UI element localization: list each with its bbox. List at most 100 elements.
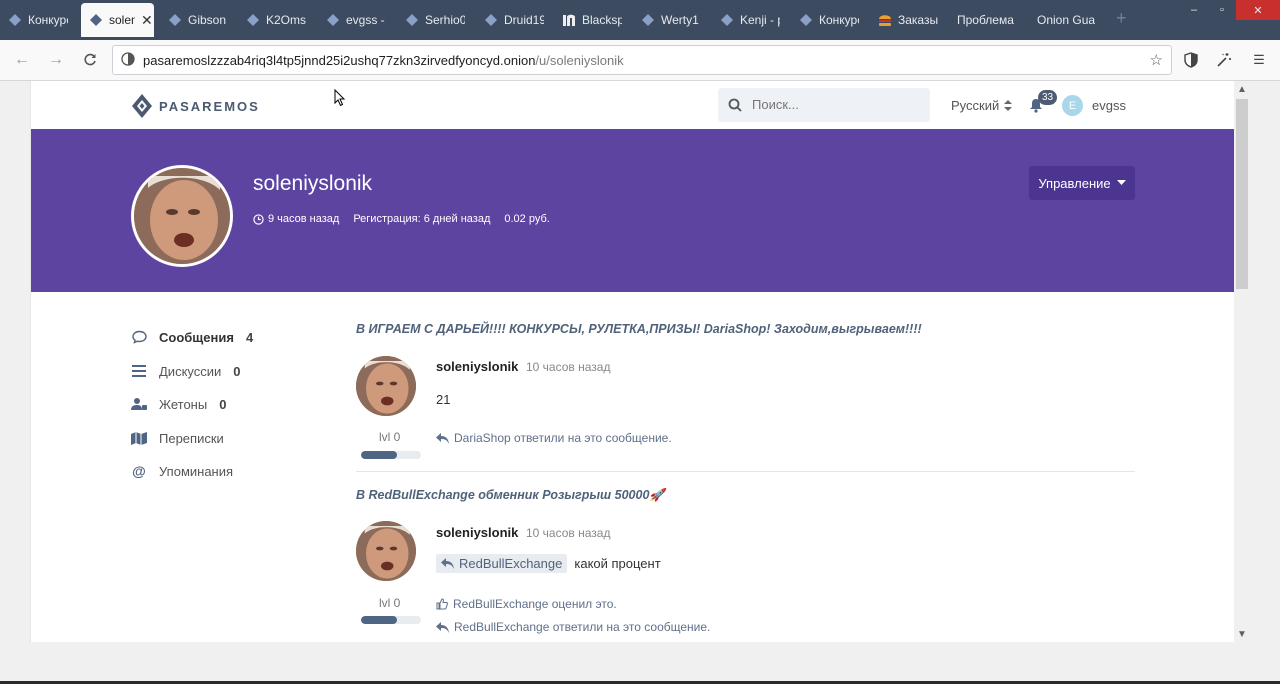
browser-tab[interactable]: evgss - (326, 3, 386, 37)
maximize-icon[interactable]: ▫ (1208, 0, 1236, 20)
comment-icon (131, 329, 147, 345)
scroll-thumb[interactable] (1236, 99, 1248, 289)
browser-tab[interactable]: Werty1 (641, 3, 701, 37)
pasaremos-logo-icon (132, 94, 152, 118)
manage-dropdown-button[interactable]: Управление (1029, 166, 1135, 200)
user-badge-icon (131, 396, 147, 412)
browser-tab[interactable]: K2Oms (246, 3, 306, 37)
pasaremos-diamond-icon (8, 13, 22, 27)
browser-tab[interactable]: Serhio0 (405, 3, 465, 37)
magic-wand-icon[interactable] (1215, 51, 1233, 69)
level-progress-fill (361, 451, 397, 459)
note-text: RedBullExchange оценил это. (453, 597, 617, 611)
tab-title: Kenji - p (740, 13, 780, 27)
manage-label: Управление (1038, 175, 1111, 191)
scroll-up-icon[interactable]: ▲ (1234, 81, 1250, 97)
browser-tab[interactable]: Kenji - p (720, 3, 780, 37)
address-bar[interactable]: pasaremoslzzzab4riq3l4tp5jnnd25i2ushq77z… (112, 45, 1172, 75)
user-avatar[interactable]: E (1062, 95, 1083, 116)
browser-tab[interactable]: Заказы (878, 3, 938, 37)
sidebar-item-discussions[interactable]: Дискуссии 0 (131, 363, 241, 379)
sidebar-item-label: Упоминания (159, 463, 234, 479)
browser-toolbar: ← → pasaremoslzzzab4riq3l4tp5jnnd25i2ush… (0, 40, 1280, 81)
post-reply-note[interactable]: RedBullExchange ответили на это сообщени… (436, 620, 710, 634)
post-topic-link[interactable]: В RedBullExchange обменник Розыгрыш 5000… (356, 488, 665, 503)
list-icon (131, 363, 147, 379)
sidebar-item-badges[interactable]: Жетоны 0 (131, 396, 226, 412)
search-box[interactable] (718, 88, 930, 122)
tab-close-icon[interactable]: ✕ (141, 12, 153, 29)
registration-date: Регистрация: 6 дней назад (353, 213, 491, 225)
bookmark-star-icon[interactable]: ☆ (1150, 51, 1163, 69)
browser-tab[interactable]: Конкурс (8, 3, 68, 37)
browser-tab[interactable]: Blacksp (562, 3, 622, 37)
post-text: 21 (436, 392, 451, 407)
site-header: PASAREMOS Русский 33 E evgss (31, 81, 1235, 129)
browser-tab[interactable]: Проблема (957, 3, 1017, 37)
post-time[interactable]: 10 часов назад (526, 526, 610, 540)
tab-title: solen (109, 13, 135, 27)
burger-icon (878, 13, 892, 27)
back-icon[interactable]: ← (12, 50, 32, 70)
language-label: Русский (951, 98, 1000, 113)
reply-to-name: RedBullExchange (459, 556, 563, 571)
minimize-icon[interactable]: – (1180, 0, 1208, 20)
post-like-note[interactable]: RedBullExchange оценил это. (436, 597, 617, 611)
clock-icon (253, 213, 264, 225)
post-body: 21 (436, 392, 450, 407)
post-reply-note[interactable]: DariaShop ответили на это сообщение. (436, 431, 672, 445)
shield-icon[interactable] (1182, 51, 1200, 69)
sidebar-item-label: Сообщения (159, 329, 234, 345)
pasaremos-diamond-icon (89, 13, 103, 27)
onion-site-icon[interactable] (121, 52, 137, 68)
level-progress-fill (361, 616, 397, 624)
sidebar-item-count: 0 (233, 363, 241, 379)
post-divider (356, 471, 1135, 472)
at-icon: @ (132, 463, 146, 479)
site-logo[interactable]: PASAREMOS (131, 93, 260, 119)
tab-title: Конкурс (819, 13, 859, 27)
note-text: RedBullExchange ответили на это сообщени… (454, 620, 711, 634)
post-author[interactable]: soleniyslonik (436, 525, 518, 540)
language-selector[interactable]: Русский (951, 98, 1013, 113)
post-author-avatar[interactable] (356, 521, 416, 581)
note-text: DariaShop ответили на это сообщение. (454, 431, 672, 445)
pasaremos-diamond-icon (246, 13, 260, 27)
window-close-icon[interactable]: ✕ (1236, 0, 1280, 20)
tab-title: K2Oms (266, 13, 306, 27)
browser-tab-active[interactable]: solen ✕ (81, 3, 154, 37)
browser-tab[interactable]: Onion Gua (1037, 3, 1097, 37)
user-level: lvl 0 (379, 596, 401, 610)
tab-title: Заказы (898, 13, 938, 27)
post-author-avatar[interactable] (356, 356, 416, 416)
tab-title: Blacksp (582, 13, 622, 27)
profile-banner: soleniyslonik 9 часов назад Регистрация:… (31, 129, 1235, 292)
sidebar-item-posts[interactable]: Сообщения 4 (131, 329, 253, 345)
menu-icon[interactable]: ☰ (1250, 51, 1268, 69)
browser-tab[interactable]: Gibson (168, 3, 228, 37)
post-author[interactable]: soleniyslonik (436, 359, 518, 374)
browser-tab[interactable]: Druid19 (484, 3, 544, 37)
post-text: какой процент (574, 556, 661, 571)
sidebar-item-conversations[interactable]: Переписки (131, 430, 224, 446)
sidebar-item-mentions[interactable]: @ Упоминания (131, 463, 233, 479)
current-username[interactable]: evgss (1092, 98, 1126, 113)
scroll-down-icon[interactable]: ▼ (1234, 626, 1250, 642)
forward-icon[interactable]: → (46, 50, 66, 70)
post-topic-link[interactable]: В ИГРАЕМ С ДАРЬЕЙ!!!! КОНКУРСЫ, РУЛЕТКА,… (356, 322, 922, 336)
sidebar-item-label: Дискуссии (159, 363, 222, 379)
pasaremos-diamond-icon (168, 13, 182, 27)
sidebar-item-label: Жетоны (159, 396, 208, 412)
sidebar-item-label: Переписки (159, 430, 224, 446)
new-tab-icon[interactable]: + (1116, 8, 1127, 29)
search-input[interactable] (750, 96, 914, 113)
reply-to-chip[interactable]: RedBullExchange (436, 554, 568, 573)
page-scrollbar[interactable]: ▲ ▼ (1234, 81, 1250, 642)
sidebar-item-count: 0 (219, 396, 227, 412)
pasaremos-diamond-icon (405, 13, 419, 27)
browser-tab[interactable]: Конкурс (799, 3, 859, 37)
pasaremos-diamond-icon (484, 13, 498, 27)
post-time[interactable]: 10 часов назад (526, 360, 610, 374)
reload-icon[interactable] (80, 50, 100, 70)
tab-title: Конкурс (28, 13, 68, 27)
